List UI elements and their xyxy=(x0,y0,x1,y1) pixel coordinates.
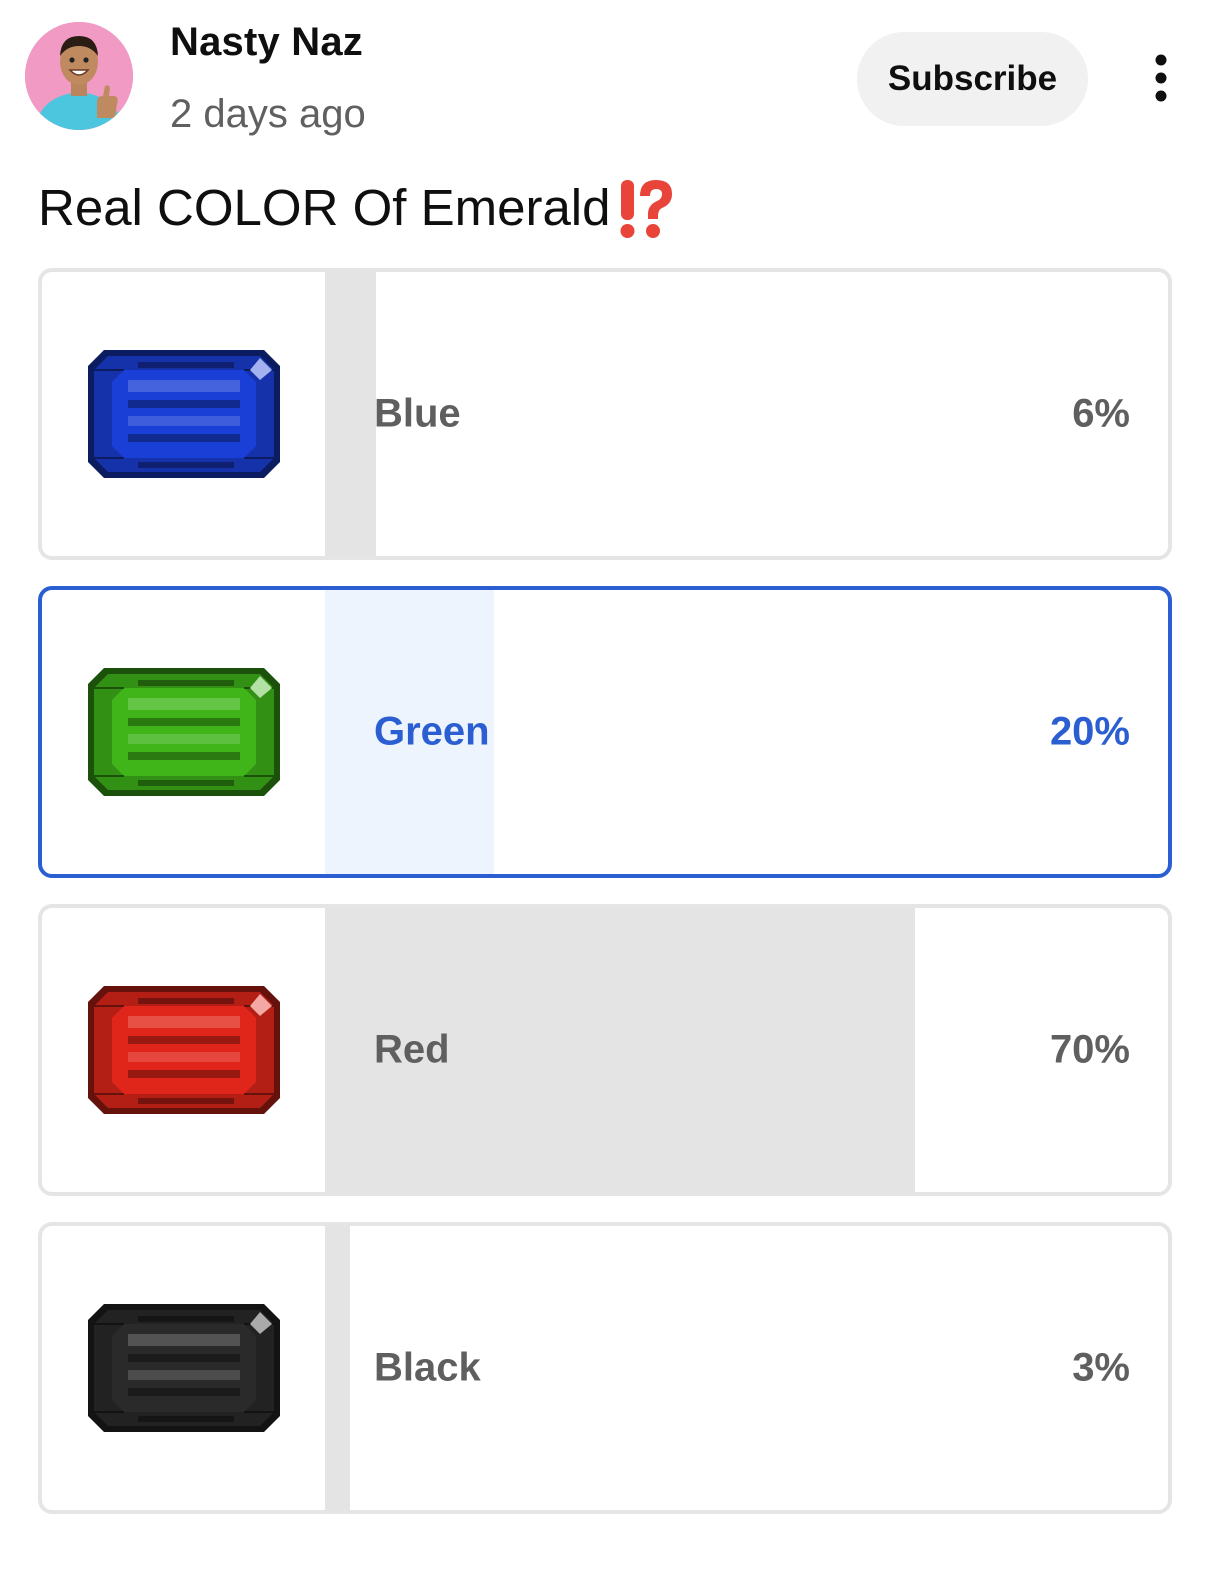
channel-avatar[interactable] xyxy=(25,22,133,130)
poll-option-percent: 70% xyxy=(1049,1027,1130,1072)
post-title: Real COLOR Of Emerald xyxy=(38,174,677,240)
poll-option-label: Black xyxy=(374,1345,481,1390)
blue-gem-icon xyxy=(42,272,325,556)
poll-option-label: Blue xyxy=(374,391,461,436)
post-title-text: Real COLOR Of Emerald xyxy=(38,178,611,236)
poll-option-blue[interactable]: Blue 6% xyxy=(38,268,1172,560)
red-gem-icon xyxy=(42,908,325,1192)
black-gem-icon xyxy=(42,1226,325,1510)
poll-option-black[interactable]: Black 3% xyxy=(38,1222,1172,1514)
more-vert-icon xyxy=(1155,54,1167,102)
green-gem-icon xyxy=(42,590,325,874)
poll-result-bar xyxy=(325,908,1168,1192)
poll-option-label: Green xyxy=(374,709,490,754)
avatar-image xyxy=(25,22,133,130)
poll-option-percent: 6% xyxy=(1072,391,1130,436)
channel-name[interactable]: Nasty Naz xyxy=(170,20,363,65)
poll-option-percent: 20% xyxy=(1049,709,1130,754)
poll-option-red[interactable]: Red 70% xyxy=(38,904,1172,1196)
post-timestamp: 2 days ago xyxy=(170,92,366,136)
more-options-button[interactable] xyxy=(1138,50,1184,106)
poll-option-green[interactable]: Green 20% xyxy=(38,586,1172,878)
poll-option-percent: 3% xyxy=(1072,1345,1130,1390)
exclamation-question-icon xyxy=(615,174,677,240)
poll-result-fill xyxy=(325,1226,351,1510)
poll-result-fill xyxy=(325,272,376,556)
poll-option-label: Red xyxy=(374,1027,450,1072)
subscribe-button[interactable]: Subscribe xyxy=(857,32,1088,126)
